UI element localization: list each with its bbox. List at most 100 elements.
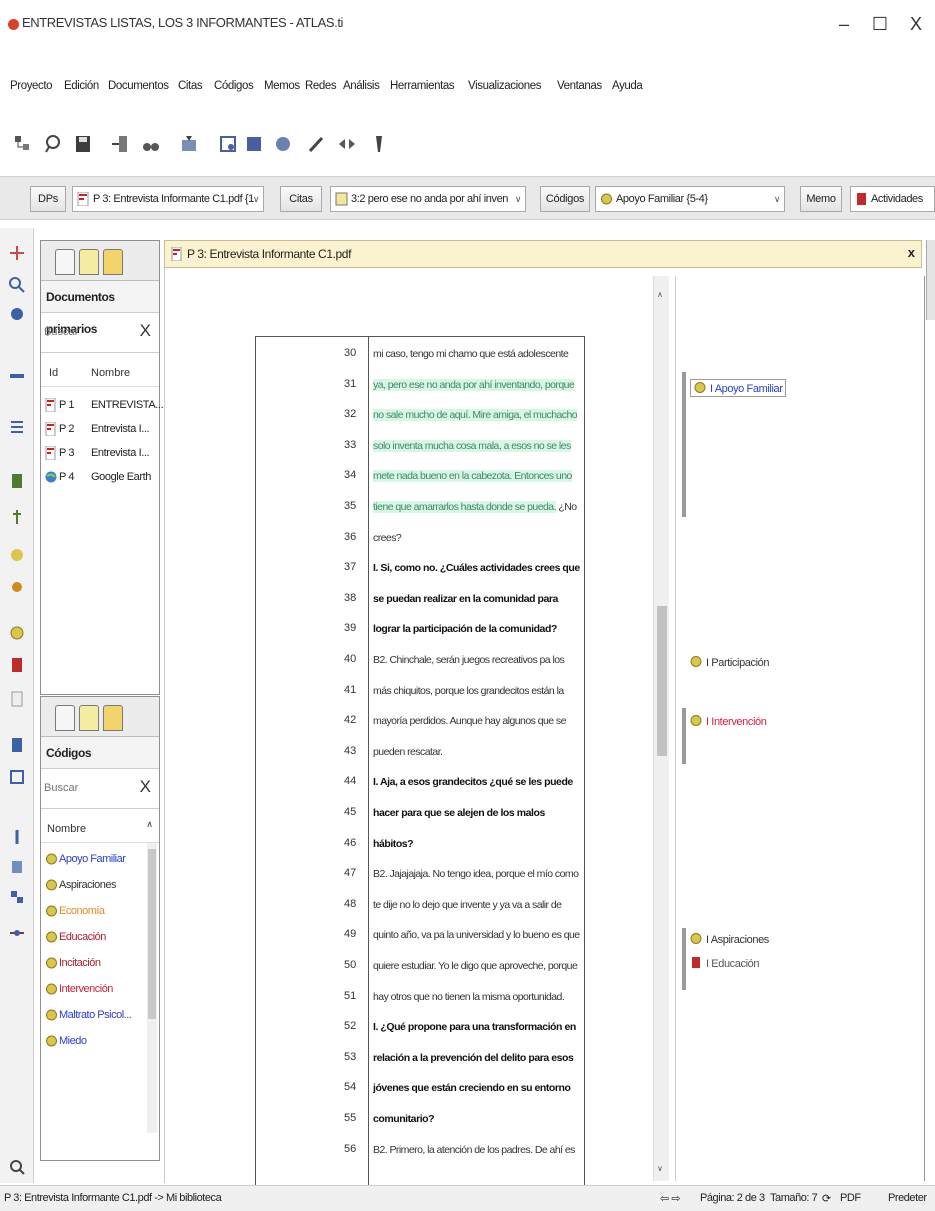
side-panel-handle[interactable] <box>926 240 935 320</box>
word-cruncher-icon[interactable] <box>244 133 266 155</box>
line-text[interactable]: lograr la participación de la comunidad? <box>373 619 583 641</box>
brush-icon[interactable] <box>368 133 390 155</box>
code-list-item[interactable]: Aspiraciones <box>41 875 145 897</box>
document-line[interactable]: 33 solo inventa mucha cosa mala, a esos n… <box>256 433 586 458</box>
line-text[interactable]: tiene que amarrarlos hasta donde se pued… <box>373 497 583 519</box>
new-project-icon[interactable] <box>12 133 34 155</box>
menu-edicion[interactable]: Edición <box>64 80 99 92</box>
page-nav-arrows-icon[interactable]: ⇦ ⇨ <box>660 1192 681 1205</box>
menu-redes[interactable]: Redes <box>305 80 337 92</box>
document-row[interactable]: P 1 ENTREVISTA... <box>41 395 164 419</box>
blank-tool-icon[interactable] <box>8 690 26 708</box>
document-line[interactable]: 40 B2. Chinchale, serán juegos recreativo… <box>256 647 586 672</box>
document-line[interactable]: 41 más chiquitos, porque los grandecitos … <box>256 678 586 703</box>
document-line[interactable]: 48 te dije no lo dejo que invente y ya va… <box>256 892 586 917</box>
code-badge-icon[interactable] <box>8 624 26 642</box>
flag-tool-icon[interactable] <box>8 858 26 876</box>
line-text[interactable]: mi caso, tengo mi chamo que está adolesc… <box>373 344 583 366</box>
nav-arrows-icon[interactable] <box>336 133 358 155</box>
quote-bracket[interactable] <box>682 708 686 764</box>
citas-combo[interactable]: 3:2 pero ese no anda por ahí inven ∨ <box>330 186 526 212</box>
line-text[interactable]: B2. Primero, la atención de los padres. … <box>373 1140 583 1162</box>
line-text[interactable]: ya, pero ese no anda por ahí inventando,… <box>373 375 583 397</box>
sun-tool-icon[interactable] <box>8 578 26 596</box>
scrollbar-thumb[interactable] <box>148 849 156 1019</box>
network-icon[interactable] <box>272 133 294 155</box>
document-line[interactable]: 50 quiere estudiar. Yo le digo que aprove… <box>256 953 586 978</box>
document-line[interactable]: 34 mete nada bueno en la cabezota. Entonc… <box>256 463 586 488</box>
document-line[interactable]: 35 tiene que amarrarlos hasta donde se pu… <box>256 494 586 519</box>
column-name[interactable]: Nombre <box>47 823 86 835</box>
document-line[interactable]: 55 comunitario? <box>256 1106 586 1131</box>
clear-search-icon[interactable]: X <box>140 777 151 797</box>
document-row[interactable]: P 2 Entrevista I... <box>41 419 159 443</box>
line-text[interactable]: quinto año, va pa la universidad y lo bu… <box>373 925 583 947</box>
line-text[interactable]: te dije no lo dejo que invente y ya va a… <box>373 895 583 917</box>
document-line[interactable]: 47 B2. Jajajajaja. No tengo idea, porque … <box>256 861 586 886</box>
close-button[interactable]: X <box>898 10 934 38</box>
document-line[interactable]: 38 se puedan realizar en la comunidad par… <box>256 586 586 611</box>
line-text[interactable]: I. Aja, a esos grandecitos ¿qué se les p… <box>373 772 583 794</box>
document-row[interactable]: P 3 Entrevista I... <box>41 443 159 467</box>
citas-button[interactable]: Citas <box>280 186 322 212</box>
menu-memos[interactable]: Memos <box>264 80 300 92</box>
document-line[interactable]: 36 crees? <box>256 525 586 550</box>
hierarchy-tool-icon[interactable] <box>8 888 26 906</box>
codigos-combo[interactable]: Apoyo Familiar {5-4} ∨ <box>595 186 785 212</box>
network-tool-icon[interactable] <box>8 924 26 942</box>
code-list-item[interactable]: Miedo <box>41 1031 145 1053</box>
line-text[interactable]: comunitario? <box>373 1109 583 1131</box>
tab-memos[interactable] <box>103 249 123 275</box>
tab-documents[interactable] <box>55 249 75 275</box>
column-id[interactable]: Id <box>49 367 58 379</box>
margin-code-participacion[interactable]: I Participación <box>690 655 769 669</box>
line-text[interactable]: no sale mucho de aquí. Mire amiga, el mu… <box>373 405 583 427</box>
line-text[interactable]: hacer para que se alejen de los malos <box>373 803 583 825</box>
magnifier-icon[interactable] <box>8 276 26 294</box>
line-text[interactable]: B2. Chinchale, serán juegos recreativos … <box>373 650 583 672</box>
menu-proyecto[interactable]: Proyecto <box>10 80 53 92</box>
scroll-down-icon[interactable]: ∨ <box>657 1164 663 1173</box>
line-text[interactable]: mayoría perdidos. Aunque hay algunos que… <box>373 711 583 733</box>
margin-code-educacion[interactable]: I Educación <box>690 956 759 970</box>
filter-tool-icon[interactable] <box>8 472 26 490</box>
line-text[interactable]: quiere estudiar. Yo le digo que aprovech… <box>373 956 583 978</box>
code-list-item[interactable]: Apoyo Familiar <box>41 849 145 871</box>
search-binoculars-icon[interactable] <box>140 133 162 155</box>
quote-bracket[interactable] <box>682 372 686 517</box>
margin-area[interactable]: I Apoyo Familiar I Participación I Inter… <box>675 276 925 1181</box>
document-line[interactable]: 52 I. ¿Qué propone para una transformació… <box>256 1014 586 1039</box>
minimize-button[interactable]: – <box>826 10 862 38</box>
query-tool-icon[interactable] <box>218 133 240 155</box>
assign-documents-icon[interactable] <box>110 133 132 155</box>
refresh-icon[interactable]: ⟳ <box>822 1192 831 1205</box>
document-line[interactable]: 30 mi caso, tengo mi chamo que está adole… <box>256 341 586 366</box>
quote-tool-icon[interactable] <box>8 368 26 386</box>
menu-ayuda[interactable]: Ayuda <box>612 80 643 92</box>
scrollbar-thumb[interactable] <box>657 606 667 756</box>
maximize-button[interactable]: ☐ <box>862 10 898 38</box>
margin-code-aspiraciones[interactable]: I Aspiraciones <box>690 932 769 946</box>
line-text[interactable]: relación a la prevención del delito para… <box>373 1048 583 1070</box>
pin-tool-icon[interactable] <box>8 508 26 526</box>
zoom-tool-icon[interactable] <box>8 1158 26 1176</box>
line-text[interactable]: pueden rescatar. <box>373 742 583 764</box>
line-text[interactable]: hábitos? <box>373 834 583 856</box>
margin-code-intervencion[interactable]: I Intervención <box>690 714 767 728</box>
menu-ventanas[interactable]: Ventanas <box>557 80 602 92</box>
code-list-item[interactable]: Incitación <box>41 953 145 975</box>
quote-bracket[interactable] <box>682 928 686 990</box>
memo-button[interactable]: Memo <box>800 186 842 212</box>
memo-combo[interactable]: Actividades <box>850 186 935 212</box>
code-list-item[interactable]: Intervención <box>41 979 145 1001</box>
tab-codes[interactable] <box>79 705 99 731</box>
tab-documents[interactable] <box>55 705 75 731</box>
document-line[interactable]: 42 mayoría perdidos. Aunque hay algunos q… <box>256 708 586 733</box>
document-line[interactable]: 44 I. Aja, a esos grandecitos ¿qué se les… <box>256 769 586 794</box>
memo-tool-icon[interactable] <box>8 656 26 674</box>
document-scrollbar[interactable]: ∧ ∨ <box>653 276 669 1181</box>
family-tool-icon[interactable] <box>8 546 26 564</box>
code-list-item[interactable]: Economía <box>41 901 145 923</box>
line-text[interactable]: se puedan realizar en la comunidad para <box>373 589 583 611</box>
import-icon[interactable] <box>178 133 200 155</box>
